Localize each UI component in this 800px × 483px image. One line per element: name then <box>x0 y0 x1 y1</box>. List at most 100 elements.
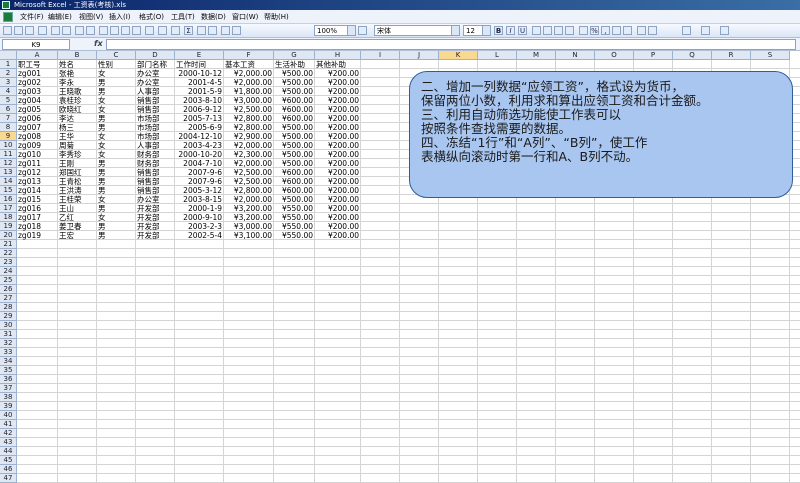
data-cell[interactable]: ¥2,000.00 <box>224 195 273 204</box>
merge-center-icon[interactable] <box>565 26 574 35</box>
row-header-23[interactable]: 23 <box>0 258 17 267</box>
row-header-14[interactable]: 14 <box>0 177 17 186</box>
header-cell[interactable]: 性别 <box>97 60 135 69</box>
data-cell[interactable]: ¥600.00 <box>274 105 314 114</box>
data-cell[interactable]: zg012 <box>17 168 57 177</box>
row-header-19[interactable]: 19 <box>0 222 17 231</box>
data-cell[interactable]: ¥2,000.00 <box>224 141 273 150</box>
data-cell[interactable]: 女 <box>97 213 135 222</box>
chevron-down-icon[interactable] <box>347 26 355 35</box>
data-cell[interactable]: ¥200.00 <box>315 159 360 168</box>
header-cell[interactable]: 部门名称 <box>136 60 174 69</box>
spelling-icon[interactable] <box>75 26 84 35</box>
column-header-c[interactable]: C <box>97 51 136 60</box>
data-cell[interactable]: ¥3,000.00 <box>224 222 273 231</box>
row-header-33[interactable]: 33 <box>0 348 17 357</box>
data-cell[interactable]: ¥2,800.00 <box>224 123 273 132</box>
row-header-5[interactable]: 5 <box>0 96 17 105</box>
data-cell[interactable]: zg008 <box>17 132 57 141</box>
data-cell[interactable]: 开发部 <box>136 231 174 240</box>
data-cell[interactable]: 财务部 <box>136 159 174 168</box>
data-cell[interactable]: 开发部 <box>136 222 174 231</box>
row-header-3[interactable]: 3 <box>0 78 17 87</box>
row-header-22[interactable]: 22 <box>0 249 17 258</box>
data-cell[interactable]: 男 <box>97 231 135 240</box>
column-header-m[interactable]: M <box>517 51 556 60</box>
data-cell[interactable]: 男 <box>97 222 135 231</box>
chevron-down-icon[interactable] <box>482 26 490 35</box>
header-cell[interactable]: 职工号 <box>17 60 57 69</box>
data-cell[interactable]: ¥200.00 <box>315 87 360 96</box>
row-header-26[interactable]: 26 <box>0 285 17 294</box>
data-cell[interactable]: ¥500.00 <box>274 123 314 132</box>
data-cell[interactable]: 2005-3-12 <box>175 186 223 195</box>
data-cell[interactable]: 市场部 <box>136 114 174 123</box>
row-header-45[interactable]: 45 <box>0 456 17 465</box>
save-icon[interactable] <box>25 26 34 35</box>
data-cell[interactable]: 男 <box>97 114 135 123</box>
data-cell[interactable]: ¥500.00 <box>274 159 314 168</box>
workbook-icon[interactable] <box>3 12 13 22</box>
data-cell[interactable]: 销售部 <box>136 186 174 195</box>
data-cell[interactable]: zg005 <box>17 105 57 114</box>
column-header-o[interactable]: O <box>595 51 634 60</box>
data-cell[interactable]: 2002-5-4 <box>175 231 223 240</box>
borders-icon[interactable] <box>682 26 691 35</box>
data-cell[interactable]: ¥200.00 <box>315 186 360 195</box>
data-cell[interactable]: ¥200.00 <box>315 150 360 159</box>
data-cell[interactable]: 女 <box>97 141 135 150</box>
data-cell[interactable]: ¥200.00 <box>315 69 360 78</box>
data-cell[interactable]: 2001-4-5 <box>175 78 223 87</box>
data-cell[interactable]: 王华 <box>58 132 96 141</box>
print-icon[interactable] <box>51 26 60 35</box>
column-header-f[interactable]: F <box>224 51 274 60</box>
data-cell[interactable]: 2004-7-10 <box>175 159 223 168</box>
print-preview-icon[interactable] <box>62 26 71 35</box>
data-cell[interactable]: 男 <box>97 123 135 132</box>
data-cell[interactable]: ¥3,000.00 <box>224 96 273 105</box>
hyperlink-icon[interactable] <box>171 26 180 35</box>
data-cell[interactable]: ¥2,000.00 <box>224 69 273 78</box>
data-cell[interactable]: ¥2,000.00 <box>224 159 273 168</box>
data-cell[interactable]: 王宏 <box>58 231 96 240</box>
row-header-32[interactable]: 32 <box>0 339 17 348</box>
column-header-l[interactable]: L <box>478 51 517 60</box>
row-header-2[interactable]: 2 <box>0 69 17 78</box>
data-cell[interactable]: 2001-5-9 <box>175 87 223 96</box>
data-cell[interactable]: 2007-9-6 <box>175 168 223 177</box>
row-header-30[interactable]: 30 <box>0 321 17 330</box>
data-cell[interactable]: ¥500.00 <box>274 195 314 204</box>
percent-button[interactable]: % <box>590 26 599 35</box>
data-cell[interactable]: ¥2,300.00 <box>224 150 273 159</box>
row-header-9[interactable]: 9 <box>0 132 17 141</box>
data-cell[interactable]: ¥3,200.00 <box>224 213 273 222</box>
data-cell[interactable]: ¥2,800.00 <box>224 114 273 123</box>
data-cell[interactable]: ¥2,000.00 <box>224 78 273 87</box>
data-cell[interactable]: 女 <box>97 105 135 114</box>
data-cell[interactable]: zg007 <box>17 123 57 132</box>
data-cell[interactable]: 开发部 <box>136 213 174 222</box>
column-header-r[interactable]: R <box>712 51 751 60</box>
row-header-16[interactable]: 16 <box>0 195 17 204</box>
row-header-20[interactable]: 20 <box>0 231 17 240</box>
column-header-d[interactable]: D <box>136 51 175 60</box>
menu-file[interactable]: 文件(F) <box>20 10 44 24</box>
zoom-select[interactable]: 100% <box>314 25 356 36</box>
data-cell[interactable]: 女 <box>97 96 135 105</box>
data-cell[interactable]: ¥600.00 <box>274 114 314 123</box>
data-cell[interactable]: 李永 <box>58 78 96 87</box>
underline-button[interactable]: U <box>518 26 527 35</box>
data-cell[interactable]: 人事部 <box>136 141 174 150</box>
row-header-12[interactable]: 12 <box>0 159 17 168</box>
data-cell[interactable]: 男 <box>97 168 135 177</box>
menu-tools[interactable]: 工具(T) <box>171 10 195 24</box>
autosum-icon[interactable]: Σ <box>184 26 193 35</box>
row-header-44[interactable]: 44 <box>0 447 17 456</box>
align-left-icon[interactable] <box>532 26 541 35</box>
data-cell[interactable]: 男 <box>97 87 135 96</box>
data-cell[interactable]: 办公室 <box>136 78 174 87</box>
data-cell[interactable]: zg011 <box>17 159 57 168</box>
data-cell[interactable]: zg002 <box>17 78 57 87</box>
row-header-31[interactable]: 31 <box>0 330 17 339</box>
data-cell[interactable]: 欧晓红 <box>58 105 96 114</box>
